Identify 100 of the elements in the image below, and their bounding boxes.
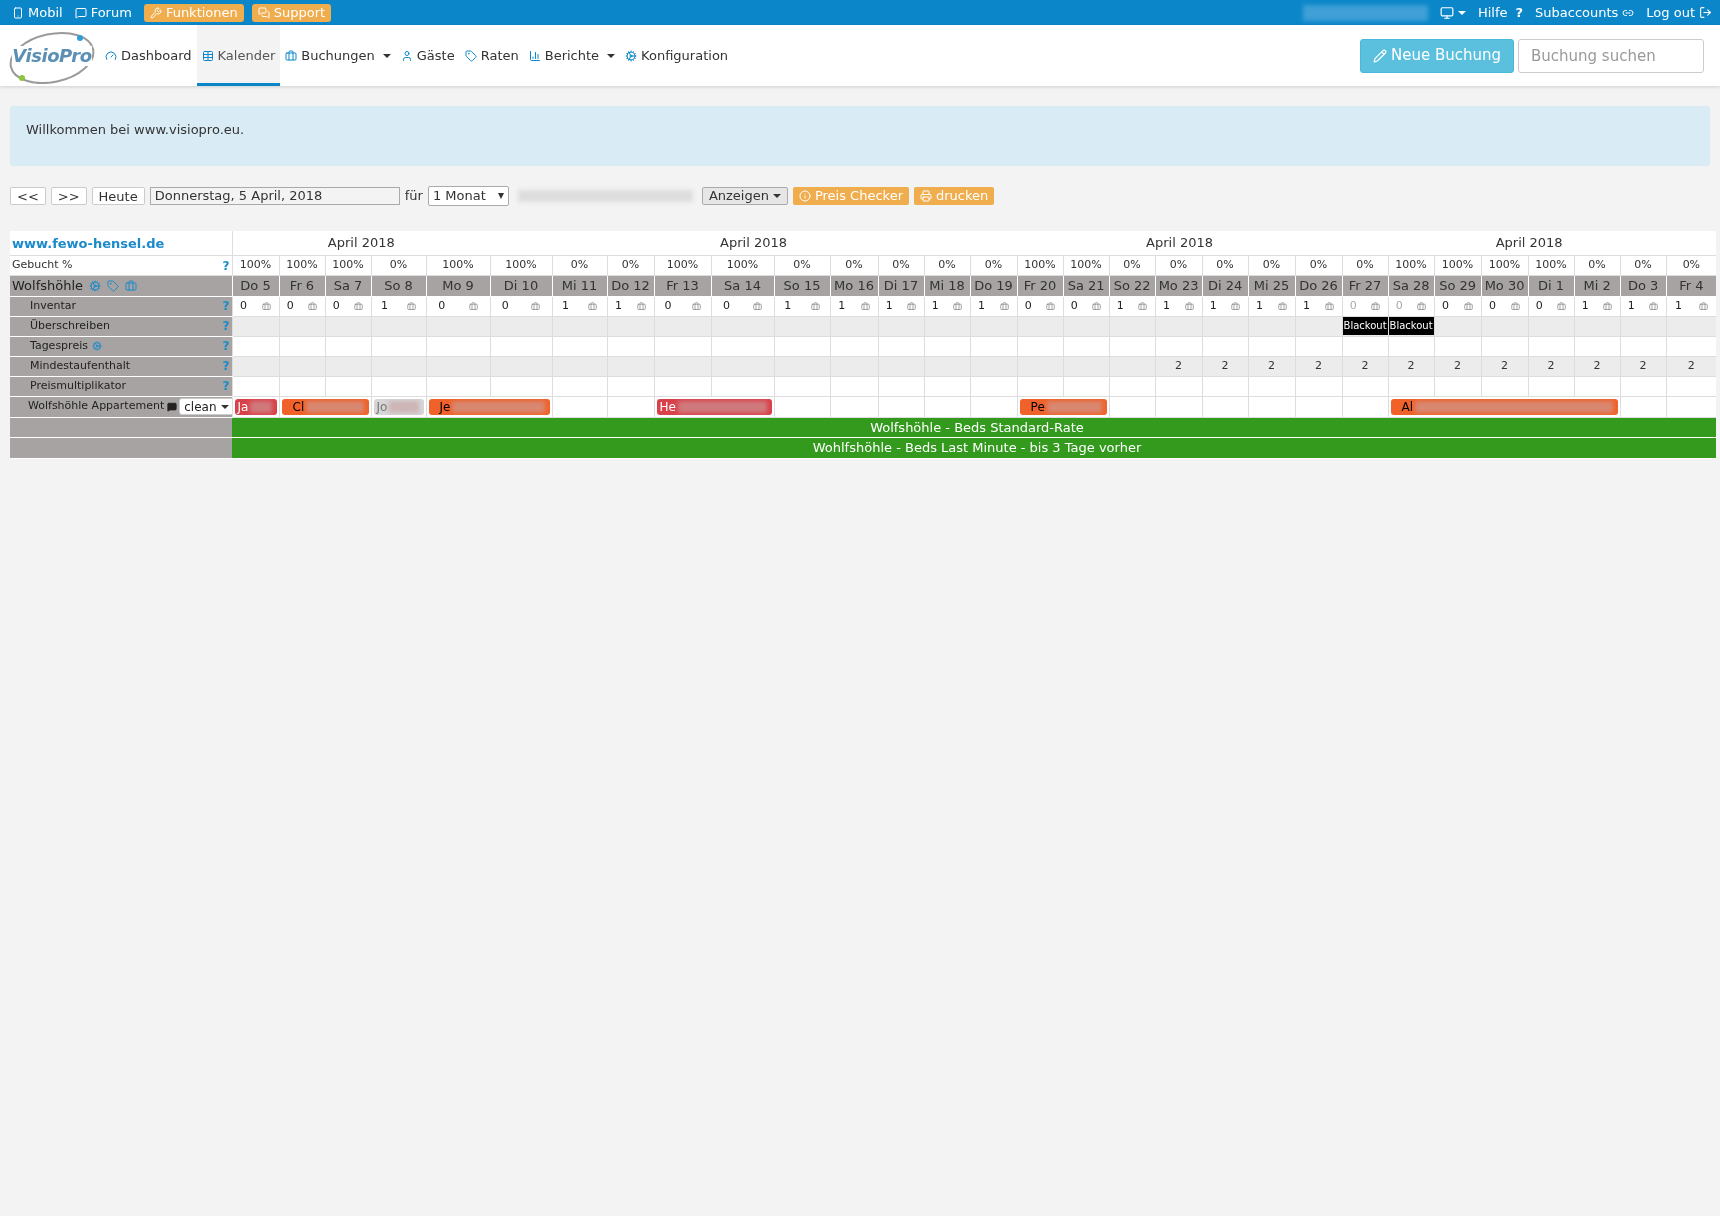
day-heading: Mi 11	[561, 278, 598, 293]
tag-icon[interactable]	[107, 279, 120, 292]
suitcase-icon[interactable]	[1698, 301, 1708, 311]
next-button[interactable]: >>	[50, 187, 87, 205]
suitcase-icon[interactable]	[1231, 301, 1241, 311]
suitcase-icon[interactable]	[953, 301, 963, 311]
inventory-value: 0	[1024, 297, 1032, 314]
booking-bar[interactable]: Cl	[281, 398, 369, 415]
occupancy-value: 0%	[570, 258, 589, 272]
suitcase-icon[interactable]	[1511, 301, 1521, 311]
occupancy-value: 100%	[1441, 258, 1474, 272]
month-heading: April 2018	[327, 235, 395, 251]
nav-tab[interactable]: Dashboard	[100, 25, 197, 86]
occupancy-value: 100%	[442, 258, 474, 272]
suitcase-icon[interactable]	[407, 301, 416, 311]
status-select[interactable]: clean	[179, 398, 232, 415]
inventory-value: 0	[286, 297, 294, 314]
suitcase-icon[interactable]	[308, 301, 318, 311]
top-link[interactable]: Hilfe ?	[1477, 2, 1524, 23]
top-link[interactable]: Forum	[70, 2, 136, 23]
top-link[interactable]: Log out	[1646, 2, 1712, 23]
top-link[interactable]: Subaccounts	[1535, 2, 1635, 23]
suitcase-icon[interactable]	[1371, 301, 1381, 311]
row-label: Preismultiplikator	[30, 377, 126, 394]
occupancy-value: 0%	[1309, 258, 1328, 272]
new-booking-button[interactable]: Neue Buchung	[1359, 38, 1514, 73]
suitcase-icon[interactable]	[1557, 301, 1567, 311]
day-heading: Do 26	[1299, 278, 1338, 293]
suitcase-icon[interactable]	[468, 301, 478, 311]
suitcase-icon[interactable]	[1325, 301, 1335, 311]
suitcase-icon[interactable]	[1185, 301, 1195, 311]
suitcase-icon[interactable]	[637, 301, 646, 311]
suitcase-icon[interactable]	[1092, 301, 1102, 311]
min-stay-value: 2	[1547, 358, 1555, 372]
min-stay-value: 2	[1407, 358, 1415, 372]
suitcase-icon[interactable]	[354, 301, 364, 311]
printer-icon	[920, 190, 932, 202]
inventory-value: 0	[332, 297, 340, 314]
suitcase-icon[interactable]	[753, 301, 762, 311]
suitcase-icon[interactable]	[1603, 301, 1613, 311]
suitcase-icon[interactable]	[1464, 301, 1474, 311]
day-heading: Fr 6	[289, 278, 315, 293]
nav-tab[interactable]: Buchungen	[280, 25, 396, 86]
suitcase-icon[interactable]	[810, 301, 820, 311]
nav-tab[interactable]: Raten	[459, 25, 524, 86]
today-button[interactable]: Heute	[91, 187, 145, 205]
bar-chart-icon	[528, 49, 541, 62]
booking-bar[interactable]: Je	[428, 398, 550, 415]
suitcase-icon[interactable]	[531, 301, 541, 311]
suitcase-icon[interactable]	[1417, 301, 1427, 311]
search-field[interactable]: Buchung suchen	[1518, 38, 1704, 73]
property-link[interactable]: www.fewo-hensel.de	[12, 236, 165, 251]
suitcase-icon[interactable]	[1278, 301, 1288, 311]
inventory-value: 1	[381, 297, 388, 314]
booking-bar[interactable]: Ja	[234, 398, 277, 415]
nav-tab[interactable]: Berichte	[523, 25, 621, 86]
suitcase-icon[interactable]	[1046, 301, 1056, 311]
suitcase-icon[interactable]	[691, 301, 701, 311]
unit-name: Wolfshöhle Appartement	[28, 398, 165, 415]
occupancy-value: 0%	[845, 258, 863, 272]
month-heading: April 2018	[720, 235, 787, 251]
rate-plan-bar[interactable]: Wolfshöhle - Beds Standard-Rate	[870, 419, 1084, 435]
previous-button[interactable]: <<	[10, 187, 46, 205]
day-heading: Di 1	[1538, 278, 1565, 293]
gear-icon[interactable]	[89, 279, 102, 292]
table-icon	[201, 49, 214, 62]
nav-tab[interactable]: Gäste	[395, 25, 460, 86]
row-label: Überschreiben	[30, 317, 110, 334]
nav-tab[interactable]: Konfiguration	[620, 25, 734, 86]
occupancy-value: 100%	[286, 258, 318, 272]
wrench-icon	[149, 6, 162, 19]
min-stay-value: 2	[1501, 358, 1509, 372]
period-select[interactable]: 1 Monat	[427, 186, 509, 206]
dropdown-icon	[497, 193, 504, 199]
day-heading: Do 12	[611, 278, 650, 293]
suitcase-icon[interactable]	[1138, 301, 1148, 311]
monitor-icon[interactable]	[1439, 5, 1454, 20]
date-field[interactable]: Donnerstag, 5 April, 2018	[149, 187, 400, 205]
day-heading: Di 17	[883, 278, 919, 293]
suitcase-icon[interactable]	[125, 279, 138, 292]
suitcase-icon[interactable]	[907, 301, 917, 311]
pencil-icon	[1372, 48, 1387, 63]
booking-bar[interactable]: Jo	[373, 398, 424, 415]
show-button[interactable]: Anzeigen	[701, 187, 788, 205]
suitcase-icon[interactable]	[860, 301, 870, 311]
inventory-value: 0	[1070, 297, 1078, 314]
occupancy-value: 100%	[1535, 258, 1567, 272]
rate-plan-bar[interactable]: Wohlfshöhle - Beds Last Minute - bis 3 Tage vorher	[812, 440, 1142, 455]
day-heading: So 8	[384, 278, 413, 293]
gear-icon[interactable]	[91, 341, 102, 351]
comment-icon[interactable]	[167, 401, 178, 412]
suitcase-icon[interactable]	[588, 301, 597, 311]
nav-tab[interactable]: Kalender	[196, 25, 281, 86]
booking-bar[interactable]: He	[656, 398, 772, 415]
suitcase-icon[interactable]	[1000, 301, 1010, 311]
top-link[interactable]: Mobil	[8, 2, 67, 23]
suitcase-icon[interactable]	[1649, 301, 1659, 311]
help-link[interactable]: ?	[222, 256, 230, 275]
suitcase-icon[interactable]	[262, 301, 271, 311]
booking-bar[interactable]: Pe	[1019, 398, 1107, 415]
